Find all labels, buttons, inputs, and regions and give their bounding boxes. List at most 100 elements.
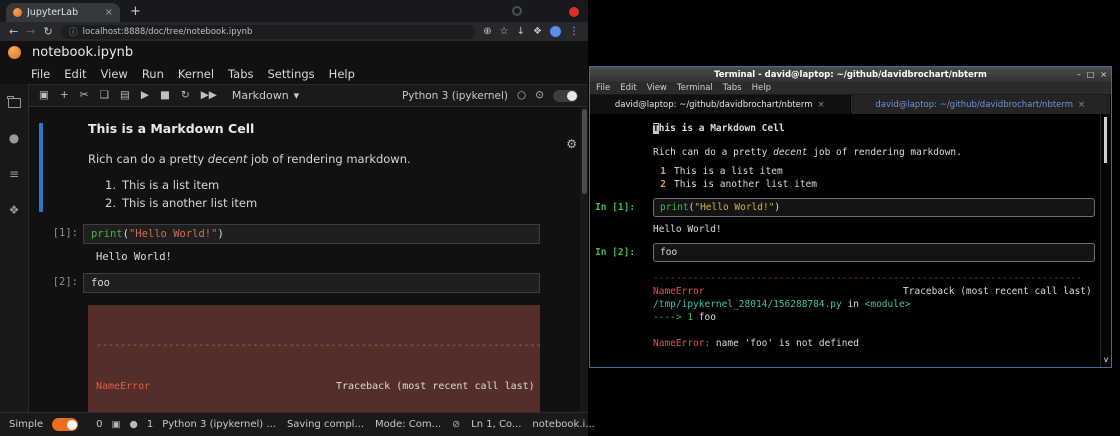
running-sessions-icon[interactable]: ●: [9, 132, 19, 144]
error-arrow: ----> 1: [653, 312, 699, 323]
error-code: foo: [699, 312, 716, 323]
menu-view[interactable]: View: [94, 67, 135, 81]
media-control-icon[interactable]: [512, 6, 522, 16]
extensions-icon[interactable]: ❖: [533, 27, 542, 37]
term-menu-help[interactable]: Help: [752, 83, 771, 93]
scrollbar-thumb[interactable]: [582, 109, 587, 194]
maximize-icon[interactable]: □: [1087, 70, 1095, 79]
terminal-tab-label: david@laptop: ~/github/davidbrochart/nbt…: [615, 100, 813, 110]
terminal-titlebar[interactable]: Terminal - david@laptop: ~/github/davidb…: [590, 67, 1111, 82]
kernels-count[interactable]: 1: [147, 419, 153, 430]
bookmark-star-icon[interactable]: ☆: [500, 27, 509, 37]
menu-settings[interactable]: Settings: [261, 67, 322, 81]
gear-icon[interactable]: ⚙: [566, 137, 577, 151]
markdown-paragraph: Rich can do a pretty decent job of rende…: [88, 152, 540, 166]
traceback-label: Traceback (most recent call last): [903, 286, 1092, 297]
browser-menu-icon[interactable]: ⋮: [569, 27, 579, 37]
status-kernel-name[interactable]: Python 3 (ipykernel) ...: [162, 419, 276, 430]
simple-mode-label: Simple: [9, 419, 43, 430]
notebook-scrollbar[interactable]: [580, 107, 588, 412]
menu-edit[interactable]: Edit: [57, 67, 93, 81]
term-menu-file[interactable]: File: [596, 83, 610, 93]
tab-close-icon[interactable]: ×: [818, 100, 825, 110]
file-browser-icon[interactable]: [8, 98, 21, 108]
term-menu-terminal[interactable]: Terminal: [677, 83, 713, 93]
toolbar-toggle[interactable]: [553, 90, 578, 102]
tab-close-icon[interactable]: ×: [105, 8, 113, 18]
status-right-group: Python 3 (ipykernel) ... Saving compl...…: [162, 419, 595, 430]
markdown-cell[interactable]: This is a Markdown Cell Rich can do a pr…: [39, 121, 588, 212]
terminal-tab-active[interactable]: david@laptop: ~/github/davidbrochart/nbt…: [590, 95, 851, 114]
menu-run[interactable]: Run: [135, 67, 171, 81]
term-menu-tabs[interactable]: Tabs: [723, 83, 742, 93]
close-icon[interactable]: ×: [1100, 70, 1107, 79]
status-saving: Saving compl...: [287, 419, 364, 430]
scrollbar-thumb[interactable]: [1104, 117, 1107, 163]
nbterm-cell-input-1[interactable]: print("Hello World!"): [653, 198, 1095, 217]
minimize-icon[interactable]: –: [1077, 70, 1081, 79]
profile-avatar[interactable]: [550, 26, 561, 37]
term-menu-edit[interactable]: Edit: [620, 83, 636, 93]
code-string: "Hello World!": [694, 202, 774, 213]
stop-kernel-icon[interactable]: ■: [160, 90, 170, 101]
nbterm-code-cell-1: In [1]: print("Hello World!"): [595, 198, 1095, 217]
add-cell-icon[interactable]: +: [60, 90, 69, 101]
restart-kernel-icon[interactable]: ↻: [181, 90, 190, 101]
execution-prompt: [2]:: [39, 273, 83, 292]
new-tab-button[interactable]: +: [130, 4, 141, 19]
desktop: JupyterLab × + ← → ↻ ⓘ localhost:8888/do…: [0, 0, 1120, 436]
term-menu-view[interactable]: View: [647, 83, 667, 93]
code-paren: ): [217, 228, 223, 240]
terminals-count[interactable]: 0: [96, 419, 102, 430]
error-text: name 'foo' is not defined: [710, 338, 859, 349]
jupyter-favicon: [13, 8, 22, 17]
terminal-tab-inactive[interactable]: david@laptop: ~/github/davidbrochart/nbt…: [851, 95, 1112, 114]
code-input-2[interactable]: foo: [83, 273, 540, 293]
nbterm-cell-input-2[interactable]: foo: [653, 243, 1095, 262]
back-icon[interactable]: ←: [9, 26, 18, 37]
cut-cell-icon[interactable]: ✂: [80, 90, 89, 101]
url-field[interactable]: ⓘ localhost:8888/doc/tree/notebook.ipynb: [61, 25, 476, 39]
download-icon[interactable]: ↓: [517, 27, 525, 37]
record-indicator-icon[interactable]: [569, 7, 579, 17]
table-of-contents-icon[interactable]: ≡: [9, 168, 19, 180]
nbterm-code-cell-2: In [2]: foo: [595, 243, 1095, 262]
paste-cell-icon[interactable]: ▤: [120, 90, 130, 101]
copy-cell-icon[interactable]: ❏: [100, 90, 109, 101]
traceback-line: ----> 1 foo: [653, 311, 1095, 324]
cell-type-dropdown[interactable]: Markdown ▾: [232, 89, 299, 102]
menu-help[interactable]: Help: [322, 67, 362, 81]
notebook-title: notebook.ipynb: [32, 45, 133, 60]
paragraph-text: job of rendering markdown.: [807, 147, 961, 158]
restart-run-all-icon[interactable]: ▶▶: [201, 90, 217, 101]
menu-kernel[interactable]: Kernel: [171, 67, 221, 81]
save-icon[interactable]: ▣: [39, 90, 49, 101]
code-function: print: [91, 228, 123, 240]
code-input-1[interactable]: print("Hello World!"): [83, 224, 540, 244]
run-cell-icon[interactable]: ▶: [141, 90, 149, 101]
extension-manager-icon[interactable]: ❖: [9, 204, 20, 216]
kernel-indicator-icon: ⊙: [535, 90, 544, 101]
terminal-screen[interactable]: This is a Markdown Cell Rich can do a pr…: [590, 114, 1111, 367]
status-line-col[interactable]: Ln 1, Co...: [471, 419, 521, 430]
paragraph-text: job of rendering markdown.: [247, 152, 410, 166]
list-marker: 1: [653, 165, 666, 178]
site-info-icon[interactable]: ⓘ: [69, 25, 78, 38]
list-text: This is a list item: [122, 178, 219, 192]
forward-icon[interactable]: →: [26, 26, 35, 37]
kernel-name-button[interactable]: Python 3 (ipykernel): [402, 90, 508, 102]
list-marker: 2.: [100, 194, 116, 212]
reload-icon[interactable]: ↻: [43, 26, 52, 37]
nbterm-output-1: Hello World!: [653, 223, 1095, 236]
browser-tab-jupyterlab[interactable]: JupyterLab ×: [6, 3, 120, 22]
terminal-scrollbar[interactable]: v: [1100, 114, 1111, 367]
menu-tabs[interactable]: Tabs: [221, 67, 260, 81]
error-name: NameError: [653, 285, 903, 298]
simple-mode-toggle[interactable]: [52, 418, 78, 431]
tab-close-icon[interactable]: ×: [1078, 100, 1085, 110]
menu-file[interactable]: File: [24, 67, 57, 81]
zoom-icon[interactable]: ⊕: [483, 27, 491, 37]
terminal-title: Terminal - david@laptop: ~/github/davidb…: [590, 70, 1111, 80]
scroll-down-icon[interactable]: v: [1104, 353, 1109, 366]
jupyterlab-body: ● ≡ ❖ ▣ + ✂ ❏ ▤ ▶ ■ ↻ ▶▶: [0, 84, 588, 412]
